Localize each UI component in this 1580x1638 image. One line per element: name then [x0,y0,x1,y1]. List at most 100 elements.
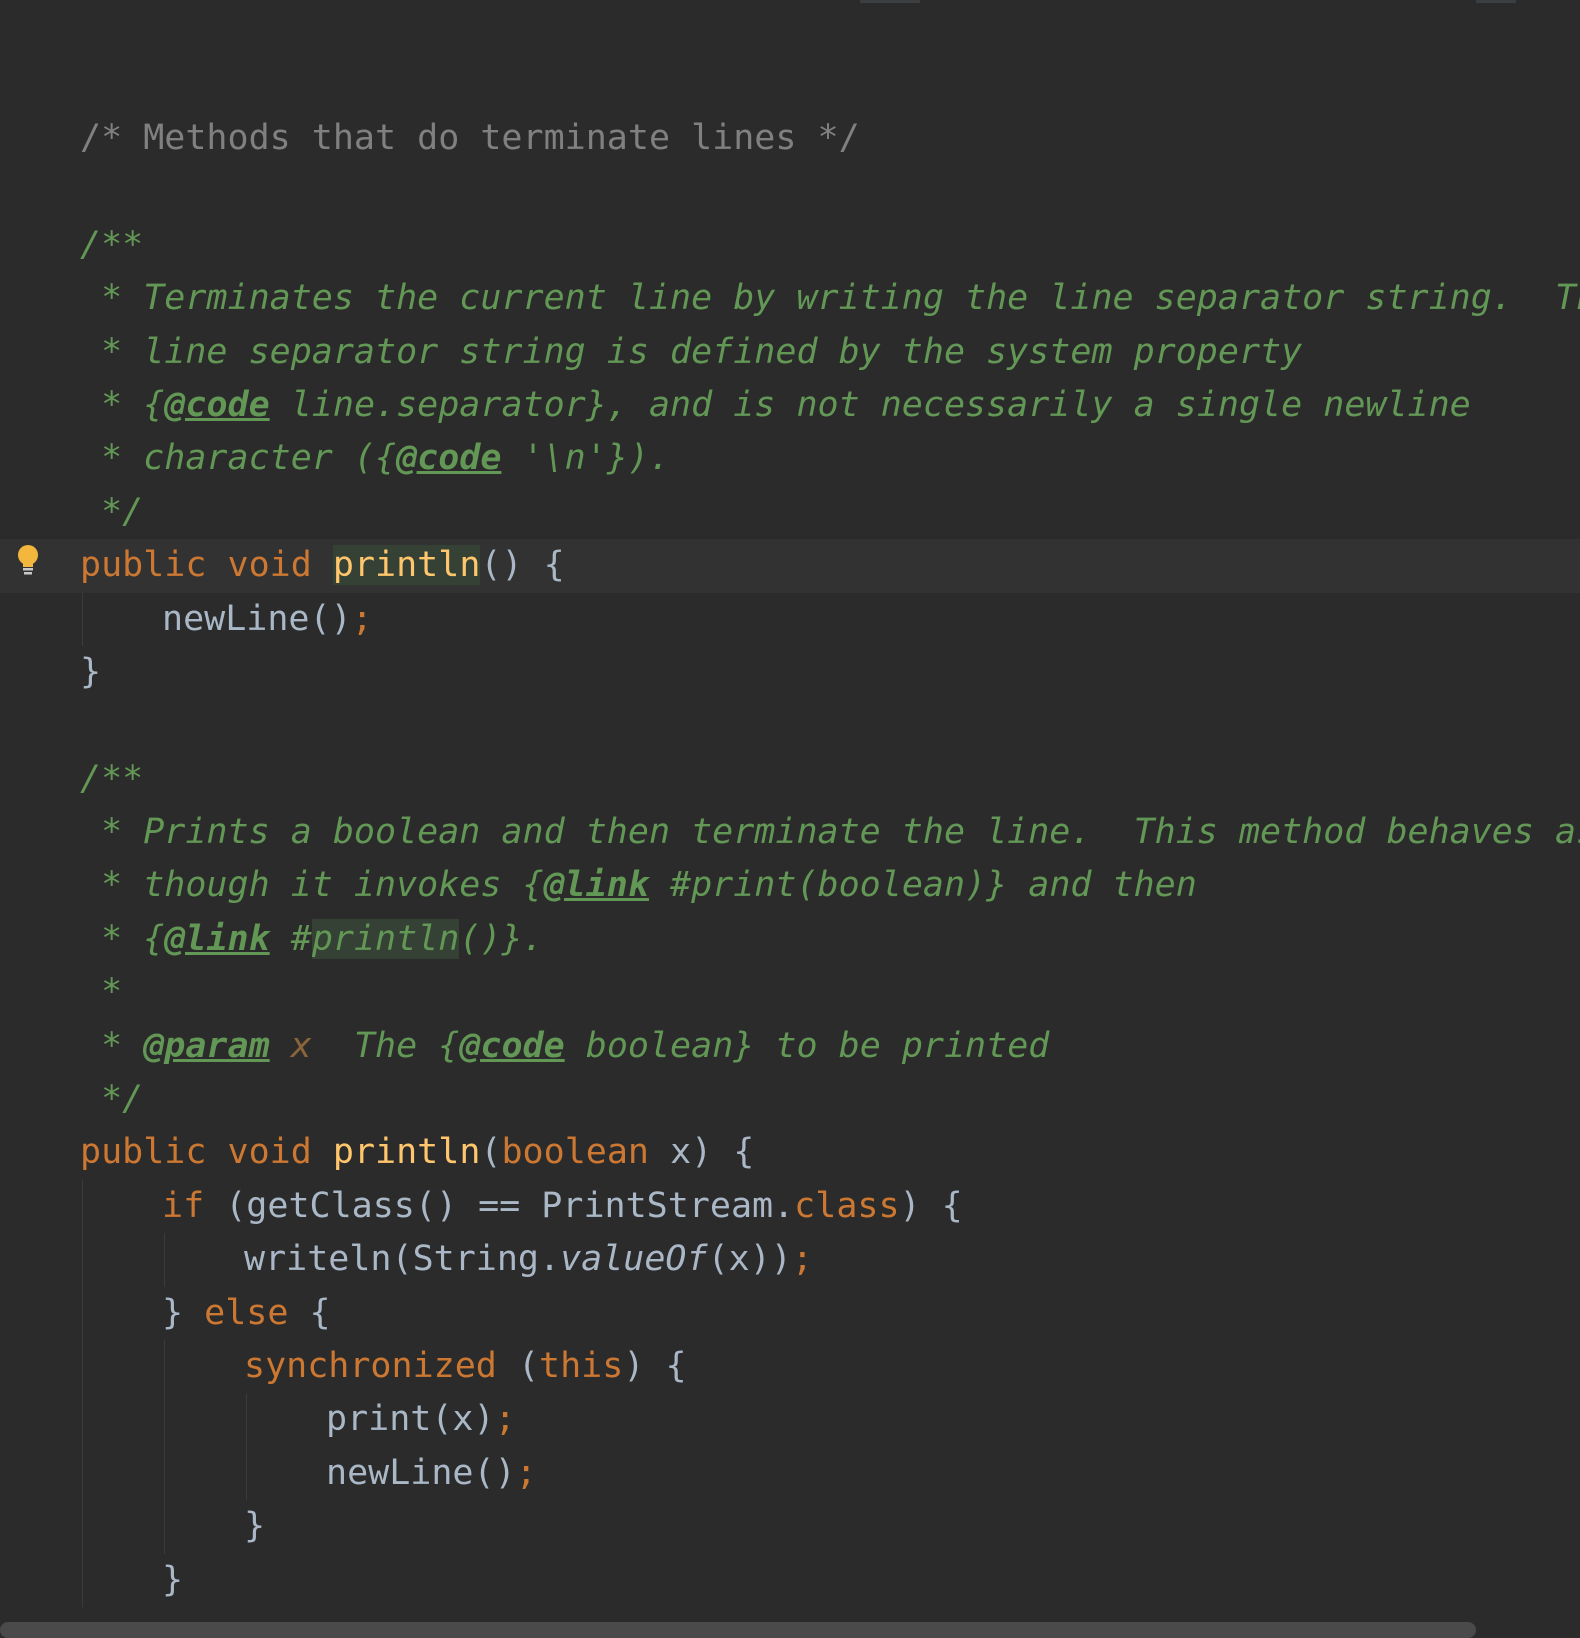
code-line[interactable]: if (getClass() == PrintStream.class) { [0,1180,1580,1233]
code-editor[interactable]: /* Methods that do terminate lines */ /**… [0,0,1580,1638]
code-token: @code [396,438,502,479]
code-line-content: /** [80,219,143,272]
code-token: public [80,545,207,586]
code-line[interactable]: public void println() { [0,539,1580,593]
code-token: * line separator string is defined by th… [80,331,1303,372]
code-token: '\n'}). [501,438,671,479]
code-token: void [227,545,312,586]
code-token: x) { [649,1132,755,1173]
code-line[interactable]: synchronized (this) { [0,1340,1580,1393]
code-token: */ [80,491,144,532]
code-line-content: newLine(); [326,1447,537,1500]
code-line[interactable]: newLine(); [0,593,1580,646]
code-line[interactable]: * {@code line.separator}, and is not nec… [0,379,1580,432]
editor-top-marker [860,0,920,3]
code-line[interactable]: * Terminates the current line by writing… [0,272,1580,325]
lightbulb-icon[interactable] [14,543,42,577]
code-token: */ [80,1079,144,1120]
code-line[interactable] [0,165,1580,218]
code-token: @param [143,1025,270,1066]
code-line-content: * character ({@code '\n'}). [80,432,670,485]
code-line-content: writeln(String.valueOf(x)); [244,1233,813,1286]
code-token: println [311,918,460,959]
code-token: } [162,1559,184,1600]
code-line[interactable]: * @param x The {@code boolean} to be pri… [0,1020,1580,1073]
code-line[interactable]: * Prints a boolean and then terminate th… [0,806,1580,859]
code-line[interactable]: * [0,966,1580,1019]
code-line[interactable]: } [0,646,1580,699]
editor-top-marker [1476,0,1516,3]
code-line-content: * {@link #println()}. [80,913,544,966]
code-token: boolean [501,1132,649,1173]
code-line[interactable]: } [0,1554,1580,1607]
code-token: boolean} to be printed [564,1025,1050,1066]
horizontal-scrollbar[interactable] [0,1622,1476,1638]
code-lines[interactable]: /* Methods that do terminate lines */ /**… [0,112,1580,1607]
code-token: newLine() [162,598,352,639]
code-token: /** [80,758,144,799]
code-line[interactable]: writeln(String.valueOf(x)); [0,1233,1580,1286]
code-line[interactable]: * though it invokes {@link #print(boolea… [0,859,1580,912]
indent-guide [246,1393,247,1501]
indent-guide [164,1233,165,1287]
code-token: x [290,1025,312,1066]
code-line[interactable]: */ [0,486,1580,539]
lightbulb-icon-graphic [18,545,38,575]
code-token: @link [164,918,270,959]
code-token: * though it invokes { [80,865,544,906]
code-token: println [332,1132,481,1173]
code-line-content: * line separator string is defined by th… [80,326,1302,379]
code-token: void [227,1132,312,1173]
code-line[interactable]: * {@link #println()}. [0,913,1580,966]
code-line-content: } else { [162,1287,331,1340]
code-token: else [204,1292,289,1333]
code-line-content: } [244,1500,265,1553]
code-line-content: /* Methods that do terminate lines */ [80,112,860,165]
code-line[interactable]: /** [0,219,1580,272]
code-line-content: if (getClass() == PrintStream.class) { [162,1180,963,1233]
code-line-content: } [80,646,101,699]
code-token: * { [80,384,165,425]
code-line[interactable]: * character ({@code '\n'}). [0,432,1580,485]
code-line-content: synchronized (this) { [244,1340,687,1393]
code-line-content: * [80,966,122,1019]
code-line-content: * Prints a boolean and then terminate th… [80,806,1580,859]
code-token: synchronized [244,1345,497,1386]
code-line[interactable]: */ [0,1073,1580,1126]
code-line[interactable]: } else { [0,1287,1580,1340]
code-token: newLine() [326,1452,516,1493]
code-line[interactable]: } [0,1500,1580,1553]
code-line[interactable]: newLine(); [0,1447,1580,1500]
code-token: ()}. [459,918,544,959]
code-token: /** [80,224,144,265]
code-line-content: } [162,1554,183,1607]
code-token: * Prints a boolean and then terminate th… [80,812,1580,853]
code-line-content: print(x); [326,1393,516,1446]
code-line[interactable]: /* Methods that do terminate lines */ [0,112,1580,165]
code-line-content: * @param x The {@code boolean} to be pri… [80,1020,1049,1073]
code-line-content: */ [80,486,143,539]
code-line-content: newLine(); [162,593,373,646]
code-line[interactable] [0,699,1580,752]
code-token: } [244,1506,266,1547]
code-token: * [80,1025,144,1066]
code-line-content: * {@code line.separator}, and is not nec… [80,379,1471,432]
code-token: #print(boolean)} and then [648,865,1197,906]
code-line[interactable]: * line separator string is defined by th… [0,326,1580,379]
code-token: { [288,1292,331,1333]
code-token: ) { [623,1345,687,1386]
code-line-content: public void println(boolean x) { [80,1126,754,1179]
code-token: class [794,1185,900,1226]
code-token: * Terminates the current line by writing… [80,278,1580,319]
code-line[interactable]: print(x); [0,1393,1580,1446]
code-line[interactable]: public void println(boolean x) { [0,1126,1580,1179]
code-line[interactable]: /** [0,753,1580,806]
code-token: if [162,1185,205,1226]
code-token: @code [459,1025,565,1066]
code-token: ; [515,1452,537,1493]
code-token: The { [311,1025,460,1066]
